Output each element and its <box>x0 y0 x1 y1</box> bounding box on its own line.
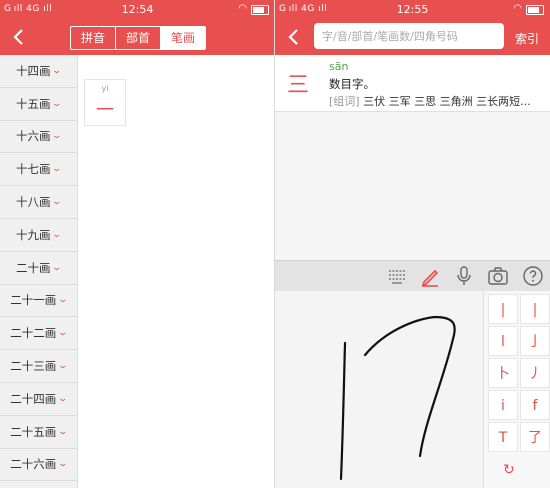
refresh-icon[interactable]: ↻ <box>503 462 515 478</box>
character-pinyin: yi <box>101 84 109 93</box>
back-button[interactable] <box>8 24 30 50</box>
wifi-icon: ◠ <box>513 3 522 14</box>
microphone-icon[interactable] <box>452 264 476 288</box>
stroke-count-item[interactable]: 二十三画 ⌄ <box>0 350 77 383</box>
stroke-count-item[interactable]: 二十五画 ⌄ <box>0 416 77 449</box>
keyboard-icon[interactable] <box>385 264 409 288</box>
search-input[interactable] <box>314 23 504 49</box>
stroke-count-label: 二十画 <box>15 260 51 275</box>
tab-pinyin[interactable]: 拼音 <box>71 27 116 49</box>
candidate-character[interactable]: 亅 <box>520 326 550 356</box>
back-button[interactable] <box>283 24 305 50</box>
stroke-count-item[interactable]: 二十四画 ⌄ <box>0 383 77 416</box>
stroke-count-item[interactable]: 二十六画 ⌄ <box>0 449 77 482</box>
result-words: [组词] 三伏 三军 三思 三角洲 三长两短... <box>329 93 531 109</box>
result-pinyin: sān <box>329 60 349 73</box>
stroke-count-label: 十六画 <box>15 129 51 144</box>
stroke-count-item[interactable]: 十九画 ⌄ <box>0 219 77 252</box>
chevron-down-icon: ⌄ <box>57 295 69 306</box>
chevron-down-icon: ⌄ <box>51 131 63 142</box>
tab-radical[interactable]: 部首 <box>116 27 161 49</box>
camera-icon[interactable] <box>486 264 510 288</box>
input-toolbar <box>275 260 550 292</box>
chevron-down-icon: ⌄ <box>57 328 69 339</box>
candidate-character[interactable]: f <box>520 390 550 420</box>
stroke-count-label: 二十二画 <box>10 326 57 341</box>
candidate-character[interactable]: l <box>488 326 518 356</box>
candidate-character[interactable]: i <box>488 390 518 420</box>
search-result-row[interactable]: 三 sān 数目字。 [组词] 三伏 三军 三思 三角洲 三长两短... <box>275 55 550 112</box>
help-icon[interactable] <box>521 264 545 288</box>
stroke-count-label: 十四画 <box>15 63 51 78</box>
stroke-count-label: 二十五画 <box>10 424 57 439</box>
stroke-count-item[interactable]: 十五画 ⌄ <box>0 88 77 121</box>
stroke-count-item[interactable]: 二十画 ⌄ <box>0 252 77 285</box>
stroke-count-label: 十八画 <box>15 195 51 210</box>
battery-icon <box>526 5 544 15</box>
stroke-count-list: 十四画 ⌄ 十五画 ⌄ 十六画 ⌄ 十七画 ⌄ 十八画 ⌄ 十九画 ⌄ 二十画 ⌄ 二十一画 ⌄ 二十二画 ⌄ 二十… <box>0 55 78 488</box>
chevron-down-icon: ⌄ <box>57 426 69 437</box>
stroke-count-label: 十五画 <box>15 96 51 111</box>
words-list: 三伏 三军 三思 三角洲 三长两短... <box>359 95 531 108</box>
chevron-down-icon: ⌄ <box>51 262 63 273</box>
chevron-down-icon: ⌄ <box>51 197 63 208</box>
stroke-count-label: 二十四画 <box>10 391 57 406</box>
candidate-character[interactable]: | <box>488 294 518 324</box>
stroke-count-item[interactable]: 十八画 ⌄ <box>0 186 77 219</box>
candidate-character[interactable]: 丿 <box>520 358 550 388</box>
stroke-count-item[interactable]: 二十一画 ⌄ <box>0 285 77 318</box>
chevron-left-icon <box>13 29 23 45</box>
stroke-count-label: 二十一画 <box>10 293 57 308</box>
chevron-down-icon: ⌄ <box>57 459 69 470</box>
result-definition: 数目字。 <box>329 77 375 91</box>
chevron-down-icon: ⌄ <box>51 98 63 109</box>
chevron-down-icon: ⌄ <box>57 361 69 372</box>
battery-icon <box>251 5 269 15</box>
candidate-character[interactable]: 卜 <box>488 358 518 388</box>
tab-strokes[interactable]: 笔画 <box>161 27 205 49</box>
stroke-count-label: 十九画 <box>15 227 51 242</box>
stroke-count-item[interactable]: 十七画 ⌄ <box>0 153 77 187</box>
candidate-character[interactable]: 了 <box>520 422 550 452</box>
status-time: 12:54 <box>121 3 154 16</box>
pen-icon[interactable] <box>418 264 442 288</box>
status-bar: G ıll 4G ıll 12:54 ◠ <box>0 0 275 20</box>
stroke-lookup-screen: G ıll 4G ıll 12:54 ◠ 拼音 部首 笔画 十四画 ⌄ 十五画 ⌄ 十六… <box>0 0 275 488</box>
handwriting-pad[interactable] <box>275 291 483 488</box>
chevron-down-icon: ⌄ <box>51 229 63 240</box>
handwriting-strokes <box>339 315 456 481</box>
words-tag: [组词] <box>329 95 360 108</box>
character-card[interactable]: yi 一 <box>84 79 126 126</box>
candidate-character[interactable]: T <box>488 422 518 452</box>
candidate-panel: | | l 亅卜丿 i f T 了 <box>483 291 550 488</box>
wifi-icon: ◠ <box>238 3 247 14</box>
stroke-count-label: 二十三画 <box>10 359 57 374</box>
result-character: 三 <box>287 73 310 98</box>
stroke-count-label: 二十六画 <box>10 457 57 472</box>
index-button[interactable]: 索引 <box>515 30 539 47</box>
character-glyph: 一 <box>96 100 114 121</box>
status-bar: G ıll 4G ıll 12:55 ◠ <box>275 0 550 20</box>
stroke-count-item[interactable]: 十四画 ⌄ <box>0 55 77 88</box>
chevron-down-icon: ⌄ <box>51 65 63 76</box>
stroke-count-item[interactable]: 十六画 ⌄ <box>0 121 77 154</box>
candidate-character[interactable]: | <box>520 294 550 324</box>
chevron-left-icon <box>288 29 298 45</box>
stroke-count-label: 十七画 <box>15 162 51 177</box>
chevron-down-icon: ⌄ <box>57 393 69 404</box>
lookup-mode-tabs: 拼音 部首 笔画 <box>70 26 206 50</box>
handwriting-search-screen: G ıll 4G ıll 12:55 ◠ 索引 三 sān 数目字。 [组词] … <box>275 0 550 488</box>
stroke-count-item[interactable]: 二十二画 ⌄ <box>0 317 77 351</box>
status-time: 12:55 <box>396 3 429 16</box>
chevron-down-icon: ⌄ <box>51 164 63 175</box>
